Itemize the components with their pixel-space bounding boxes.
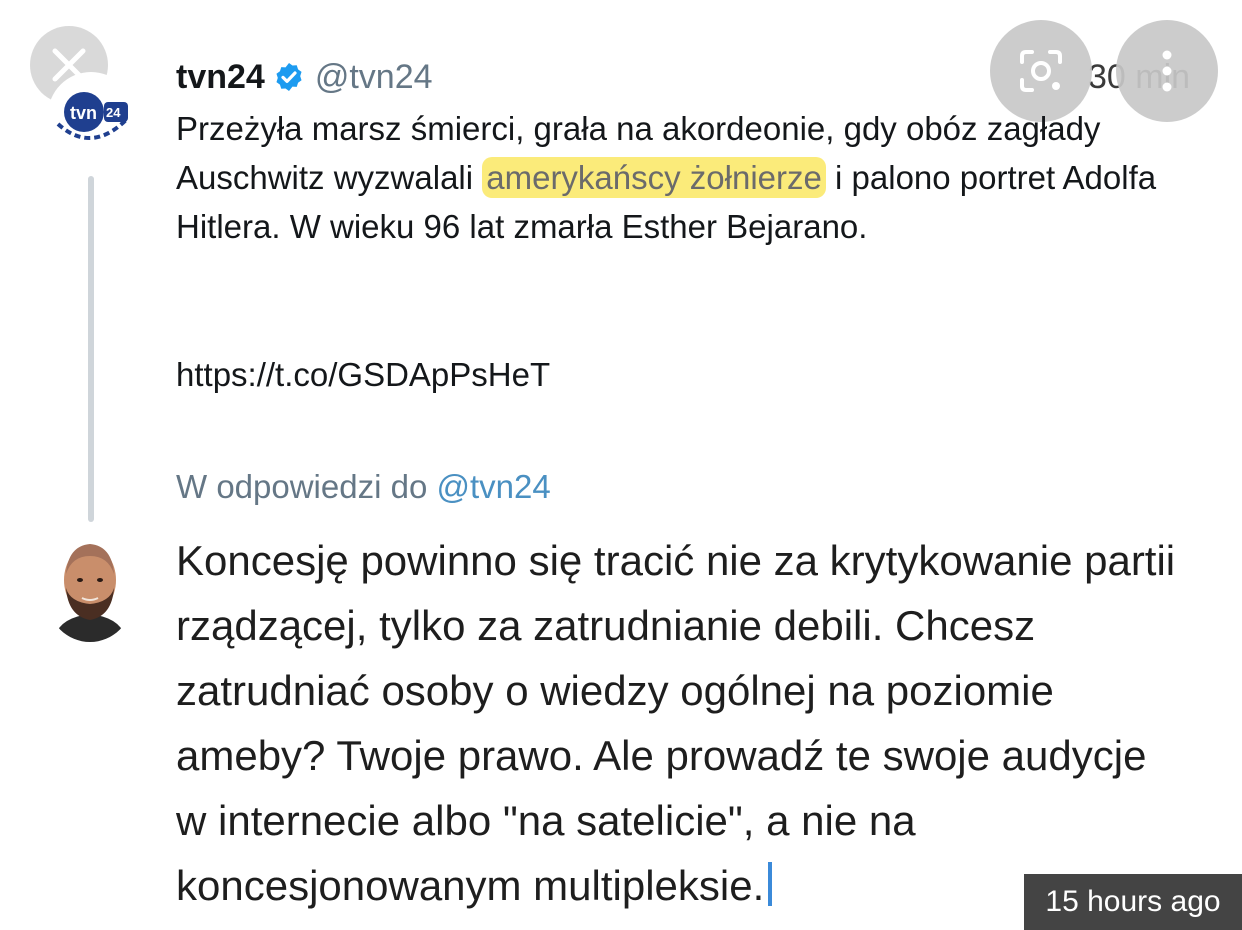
in-reply-to-mention[interactable]: @tvn24 bbox=[436, 468, 550, 505]
reply-body: Koncesję powinno się tracić nie za kryty… bbox=[176, 537, 1176, 909]
highlighted-text: amerykańscy żołnierze bbox=[482, 157, 826, 198]
lens-icon bbox=[1020, 50, 1062, 92]
tvn24-avatar[interactable]: tvn 24 bbox=[48, 72, 134, 158]
user-avatar-image bbox=[48, 530, 132, 642]
author-handle[interactable]: @tvn24 bbox=[315, 58, 433, 97]
text-cursor bbox=[768, 862, 773, 906]
in-reply-to: W odpowiedzi do @tvn24 bbox=[176, 462, 551, 511]
timestamp-badge: 15 hours ago bbox=[1024, 874, 1242, 930]
tvn24-logo: tvn 24 bbox=[50, 74, 132, 156]
tweet-link[interactable]: https://t.co/GSDApPsHeT bbox=[176, 350, 550, 399]
tweet-text: Przeżyła marsz śmierci, grała na akordeo… bbox=[176, 104, 1226, 251]
verified-badge-icon bbox=[276, 63, 302, 91]
author-name[interactable]: tvn24 bbox=[176, 58, 265, 97]
more-vertical-icon bbox=[1162, 50, 1172, 92]
svg-text:24: 24 bbox=[106, 105, 121, 120]
reply-text: Koncesję powinno się tracić nie za kryty… bbox=[176, 528, 1186, 918]
user-avatar[interactable] bbox=[48, 530, 132, 642]
svg-text:tvn: tvn bbox=[70, 103, 97, 123]
in-reply-to-prefix: W odpowiedzi do bbox=[176, 468, 437, 505]
tweet-header: tvn24 @tvn24 bbox=[176, 54, 433, 100]
thread-line bbox=[88, 176, 94, 522]
